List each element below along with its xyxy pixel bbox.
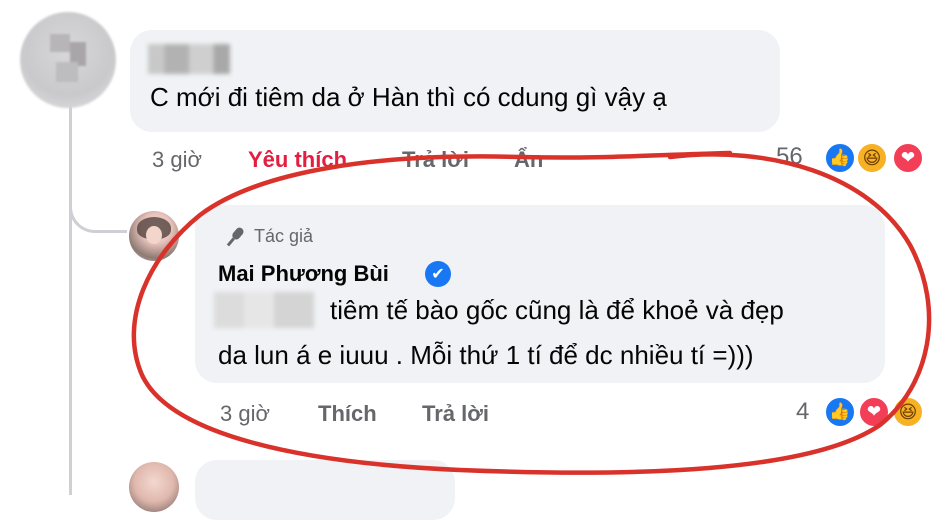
annotation-circle [131,150,932,475]
comment-text: C mới đi tiêm da ở Hàn thì có cdung gì v… [150,82,667,112]
commenter-avatar[interactable] [20,12,116,108]
thread-connector [69,195,127,233]
commenter-name-redacted[interactable] [148,44,230,74]
thread-line [69,95,72,495]
